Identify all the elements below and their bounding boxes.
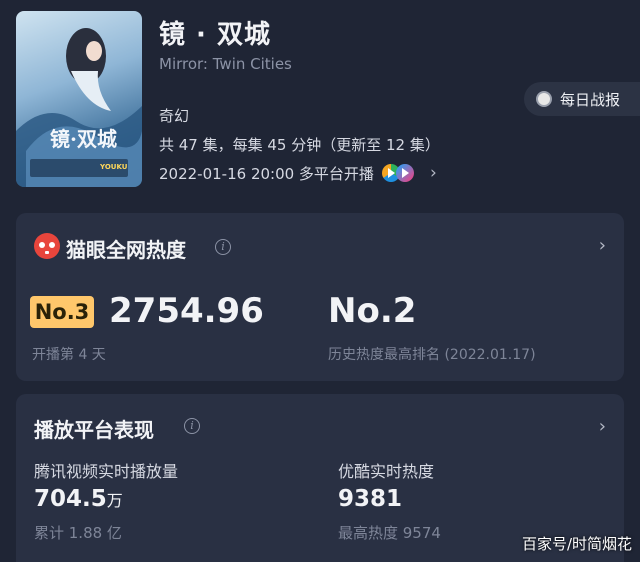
tencent-cumulative: 累计 1.88 亿: [34, 524, 122, 542]
best-rank-value: No.2: [328, 291, 417, 331]
tencent-metric-label: 腾讯视频实时播放量: [34, 462, 179, 481]
show-subtitle: Mirror: Twin Cities: [159, 55, 292, 73]
broadcast-day: 开播第 4 天: [32, 347, 106, 363]
chevron-right-icon[interactable]: ›: [599, 235, 606, 256]
daily-report-label: 每日战报: [560, 90, 621, 109]
info-icon[interactable]: i: [184, 418, 200, 434]
chevron-right-icon[interactable]: ›: [599, 416, 606, 437]
show-genre: 奇幻: [159, 107, 190, 125]
youku-peak-heat: 最高热度 9574: [338, 524, 441, 542]
show-title: 镜 · 双城: [159, 20, 271, 50]
maoyan-heat-title: 猫眼全网热度: [66, 238, 186, 262]
info-icon[interactable]: i: [215, 239, 231, 255]
daily-report-button[interactable]: 每日战报: [524, 82, 640, 116]
premiere-row[interactable]: 2022-01-16 20:00 多平台开播 ›: [159, 162, 437, 184]
best-rank-label: 历史热度最高排名 (2022.01.17): [328, 347, 536, 363]
poster-art: [16, 28, 142, 187]
current-rank-badge: No.3: [30, 296, 94, 328]
show-header: 镜·双城 YOUKU 镜 · 双城 Mirror: Twin Cities 奇幻…: [0, 0, 640, 205]
premiere-info: 2022-01-16 20:00 多平台开播: [159, 164, 374, 183]
youku-metric-label: 优酷实时热度: [338, 462, 435, 481]
chevron-right-icon[interactable]: ›: [430, 163, 437, 183]
tencent-value-unit: 万: [106, 491, 123, 510]
show-poster[interactable]: 镜·双城 YOUKU: [16, 11, 142, 187]
heat-value: 2754.96: [109, 291, 264, 331]
tencent-value-number: 704.5: [34, 486, 107, 512]
youku-icon: [395, 164, 414, 182]
platform-performance-title: 播放平台表现: [34, 418, 154, 442]
maoyan-heat-card[interactable]: 猫眼全网热度 i › No.3 2754.96 开播第 4 天 No.2 历史热…: [16, 213, 624, 381]
watermark: 百家号/时简烟花: [521, 535, 632, 553]
poster-platform-logo: YOUKU: [100, 163, 128, 171]
youku-metric-value: 9381: [338, 486, 403, 512]
medal-icon: [536, 91, 552, 107]
poster-title: 镜·双城: [50, 127, 117, 151]
show-episodes: 共 47 集，每集 45 分钟（更新至 12 集）: [159, 136, 440, 154]
tencent-metric-value: 704.5万: [34, 486, 123, 512]
maoyan-cat-icon: [34, 233, 60, 259]
